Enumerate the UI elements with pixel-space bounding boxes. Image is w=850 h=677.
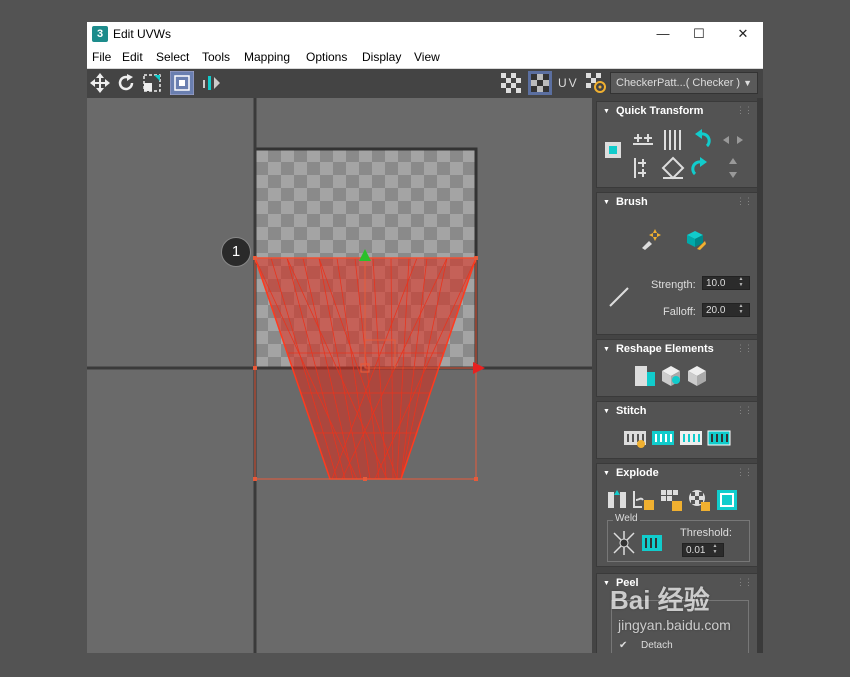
texture-dropdown[interactable]: CheckerPatt...( Checker ) ▼ [610,72,758,94]
grip-icon: ⋮⋮ [736,467,753,477]
flatten-grid-icon[interactable] [659,488,683,512]
checker-toggle-icon[interactable] [500,72,522,94]
relax-brush-icon[interactable] [683,227,707,251]
watermark-logo: Bai 经验 [610,585,710,615]
grip-icon: ⋮⋮ [736,196,753,206]
grip-icon: ⋮⋮ [736,405,753,415]
stitch-source-icon[interactable] [651,426,675,450]
strength-label: Strength: [651,279,696,291]
mirror-icon[interactable] [201,72,223,94]
callout-number: 1 [231,243,241,260]
callout-badge: 1 [221,237,251,267]
threshold-value: 0.01 [686,545,706,556]
weld-target-icon[interactable] [640,531,664,555]
texture-dropdown-value: CheckerPatt...( Checker ) [616,77,741,89]
menu-options[interactable]: Options [306,50,347,64]
stitch-target-icon[interactable] [707,426,731,450]
menu-edit[interactable]: Edit [122,50,143,64]
menu-file[interactable]: File [92,50,111,64]
menu-bar: File Edit Select Tools Mapping Options D… [87,46,763,69]
app-icon: 3 [92,26,108,42]
rotate-ccw-icon[interactable] [689,128,713,152]
brush-rollout: Brush ⋮⋮ Strength: 10.0 Falloff: 20.0 [596,192,759,335]
pinch-brush-icon[interactable] [607,285,631,309]
close-button[interactable]: ✕ [727,24,759,44]
relax-icon[interactable] [659,364,683,388]
menu-mapping[interactable]: Mapping [244,50,290,64]
detach-checkbox[interactable]: ✔ [619,640,627,651]
brush-header[interactable]: Brush [603,196,648,208]
panel-scrollbar[interactable] [757,98,763,653]
freeform-icon[interactable] [170,71,194,95]
toolbar: UV CheckerPatt...( Checker ) ▼ [87,69,763,98]
minimize-button[interactable]: — [647,24,679,44]
explode-rollout: Explode ⋮⋮ Weld Threshold: 0.01 [596,463,759,567]
align-center-icon[interactable] [603,140,623,160]
flatten-checker-icon[interactable] [687,488,711,512]
window-title: Edit UVWs [113,27,172,41]
scale-icon[interactable] [141,72,163,94]
explode-header[interactable]: Explode [603,467,659,479]
rotate-cw-icon[interactable] [689,156,713,180]
space-vertical-icon[interactable] [661,128,685,152]
break-icon[interactable] [605,488,629,512]
threshold-label: Threshold: [680,527,732,539]
quick-transform-rollout: Quick Transform ⋮⋮ [596,101,759,188]
title-bar: 3 Edit UVWs — ☐ ✕ [87,22,763,46]
chevron-down-icon: ▼ [743,78,752,88]
rotate-icon[interactable] [115,72,137,94]
flatten-by-material-icon[interactable] [715,488,739,512]
strength-value: 10.0 [706,278,726,289]
stitch-header[interactable]: Stitch [603,405,647,417]
weld-selected-icon[interactable] [612,531,636,555]
texture-settings-icon[interactable] [584,71,608,95]
flip-horizontal-icon[interactable] [721,128,745,152]
menu-view[interactable]: View [414,50,440,64]
edit-uvws-window: 3 Edit UVWs — ☐ ✕ File Edit Select Tools… [87,22,763,653]
align-horizontal-icon[interactable] [631,128,655,152]
stitch-rollout: Stitch ⋮⋮ [596,401,759,459]
paint-brush-icon[interactable] [639,227,663,251]
quick-transform-header[interactable]: Quick Transform [603,105,703,117]
uv-channel-label[interactable]: UV [558,76,579,90]
relax-settings-icon[interactable] [685,364,709,388]
gizmo-x-arrow[interactable] [473,362,485,374]
baidu-watermark: Bai 经验 jingyan.baidu.com [610,580,731,633]
tools-panel: Quick Transform ⋮⋮ Brush ⋮⋮ Strength: 10… [594,98,763,653]
weld-label: Weld [613,513,640,524]
strength-spinner[interactable]: 10.0 [702,276,750,290]
menu-select[interactable]: Select [156,50,189,64]
reshape-elements-rollout: Reshape Elements ⋮⋮ [596,339,759,397]
grip-icon: ⋮⋮ [736,105,753,115]
reshape-elements-header[interactable]: Reshape Elements [603,343,714,355]
weld-group: Weld Threshold: 0.01 [607,513,750,562]
uv-canvas[interactable] [87,98,592,653]
straighten-selection-icon[interactable] [633,364,657,388]
threshold-spinner[interactable]: 0.01 [682,543,724,557]
maximize-button[interactable]: ☐ [683,24,715,44]
align-vertical-icon[interactable] [631,156,655,180]
watermark-url: jingyan.baidu.com [618,617,731,633]
menu-tools[interactable]: Tools [202,50,230,64]
detach-edge-icon[interactable] [631,488,655,512]
detach-label: Detach [641,640,673,651]
falloff-spinner[interactable]: 20.0 [702,303,750,317]
falloff-value: 20.0 [706,305,726,316]
straighten-icon[interactable] [661,156,685,180]
stitch-custom-icon[interactable] [623,426,647,450]
checker-map-icon[interactable] [528,71,552,95]
flip-vertical-icon[interactable] [721,156,745,180]
grip-icon: ⋮⋮ [736,343,753,353]
stitch-average-icon[interactable] [679,426,703,450]
uv-editor-viewport[interactable]: 1 [87,98,592,653]
grip-icon: ⋮⋮ [736,577,753,587]
menu-display[interactable]: Display [362,50,401,64]
move-icon[interactable] [89,72,111,94]
falloff-label: Falloff: [663,306,696,318]
